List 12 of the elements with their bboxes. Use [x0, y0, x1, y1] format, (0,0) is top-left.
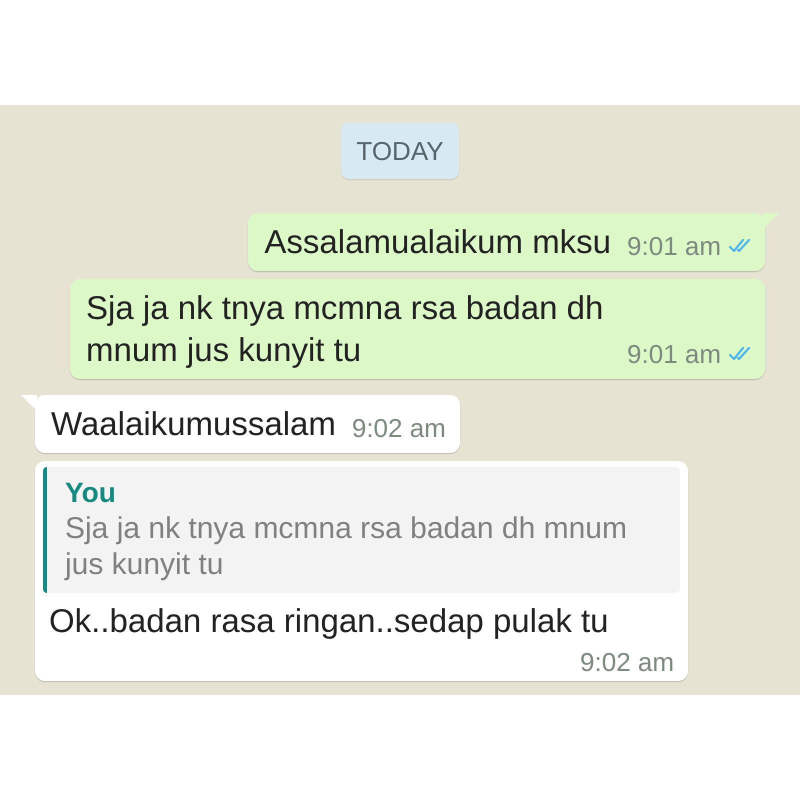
quoted-message[interactable]: You Sja ja nk tnya mcmna rsa badan dh mnum jus kunyit tu — [43, 467, 680, 593]
message-time: 9:01 am — [627, 338, 721, 371]
message-text: Waalaikumussalam — [51, 404, 336, 444]
date-chip: TODAY — [341, 123, 459, 179]
quote-author: You — [65, 476, 117, 510]
quote-text: Sja ja nk tnya mcmna rsa badan dh mnum jus kunyit tu — [65, 511, 628, 583]
message-time: 9:02 am — [580, 646, 674, 679]
message-time: 9:01 am — [627, 230, 721, 263]
message-text: Ok..badan rasa ringan..sedap pulak tu — [48, 601, 610, 641]
message-text: Sja ja nk tnya mcmna rsa badan dh mnum jus kunyit tu — [86, 288, 604, 370]
message-time: 9:02 am — [352, 412, 446, 445]
message-text: Assalamualaikum mksu — [264, 222, 612, 262]
